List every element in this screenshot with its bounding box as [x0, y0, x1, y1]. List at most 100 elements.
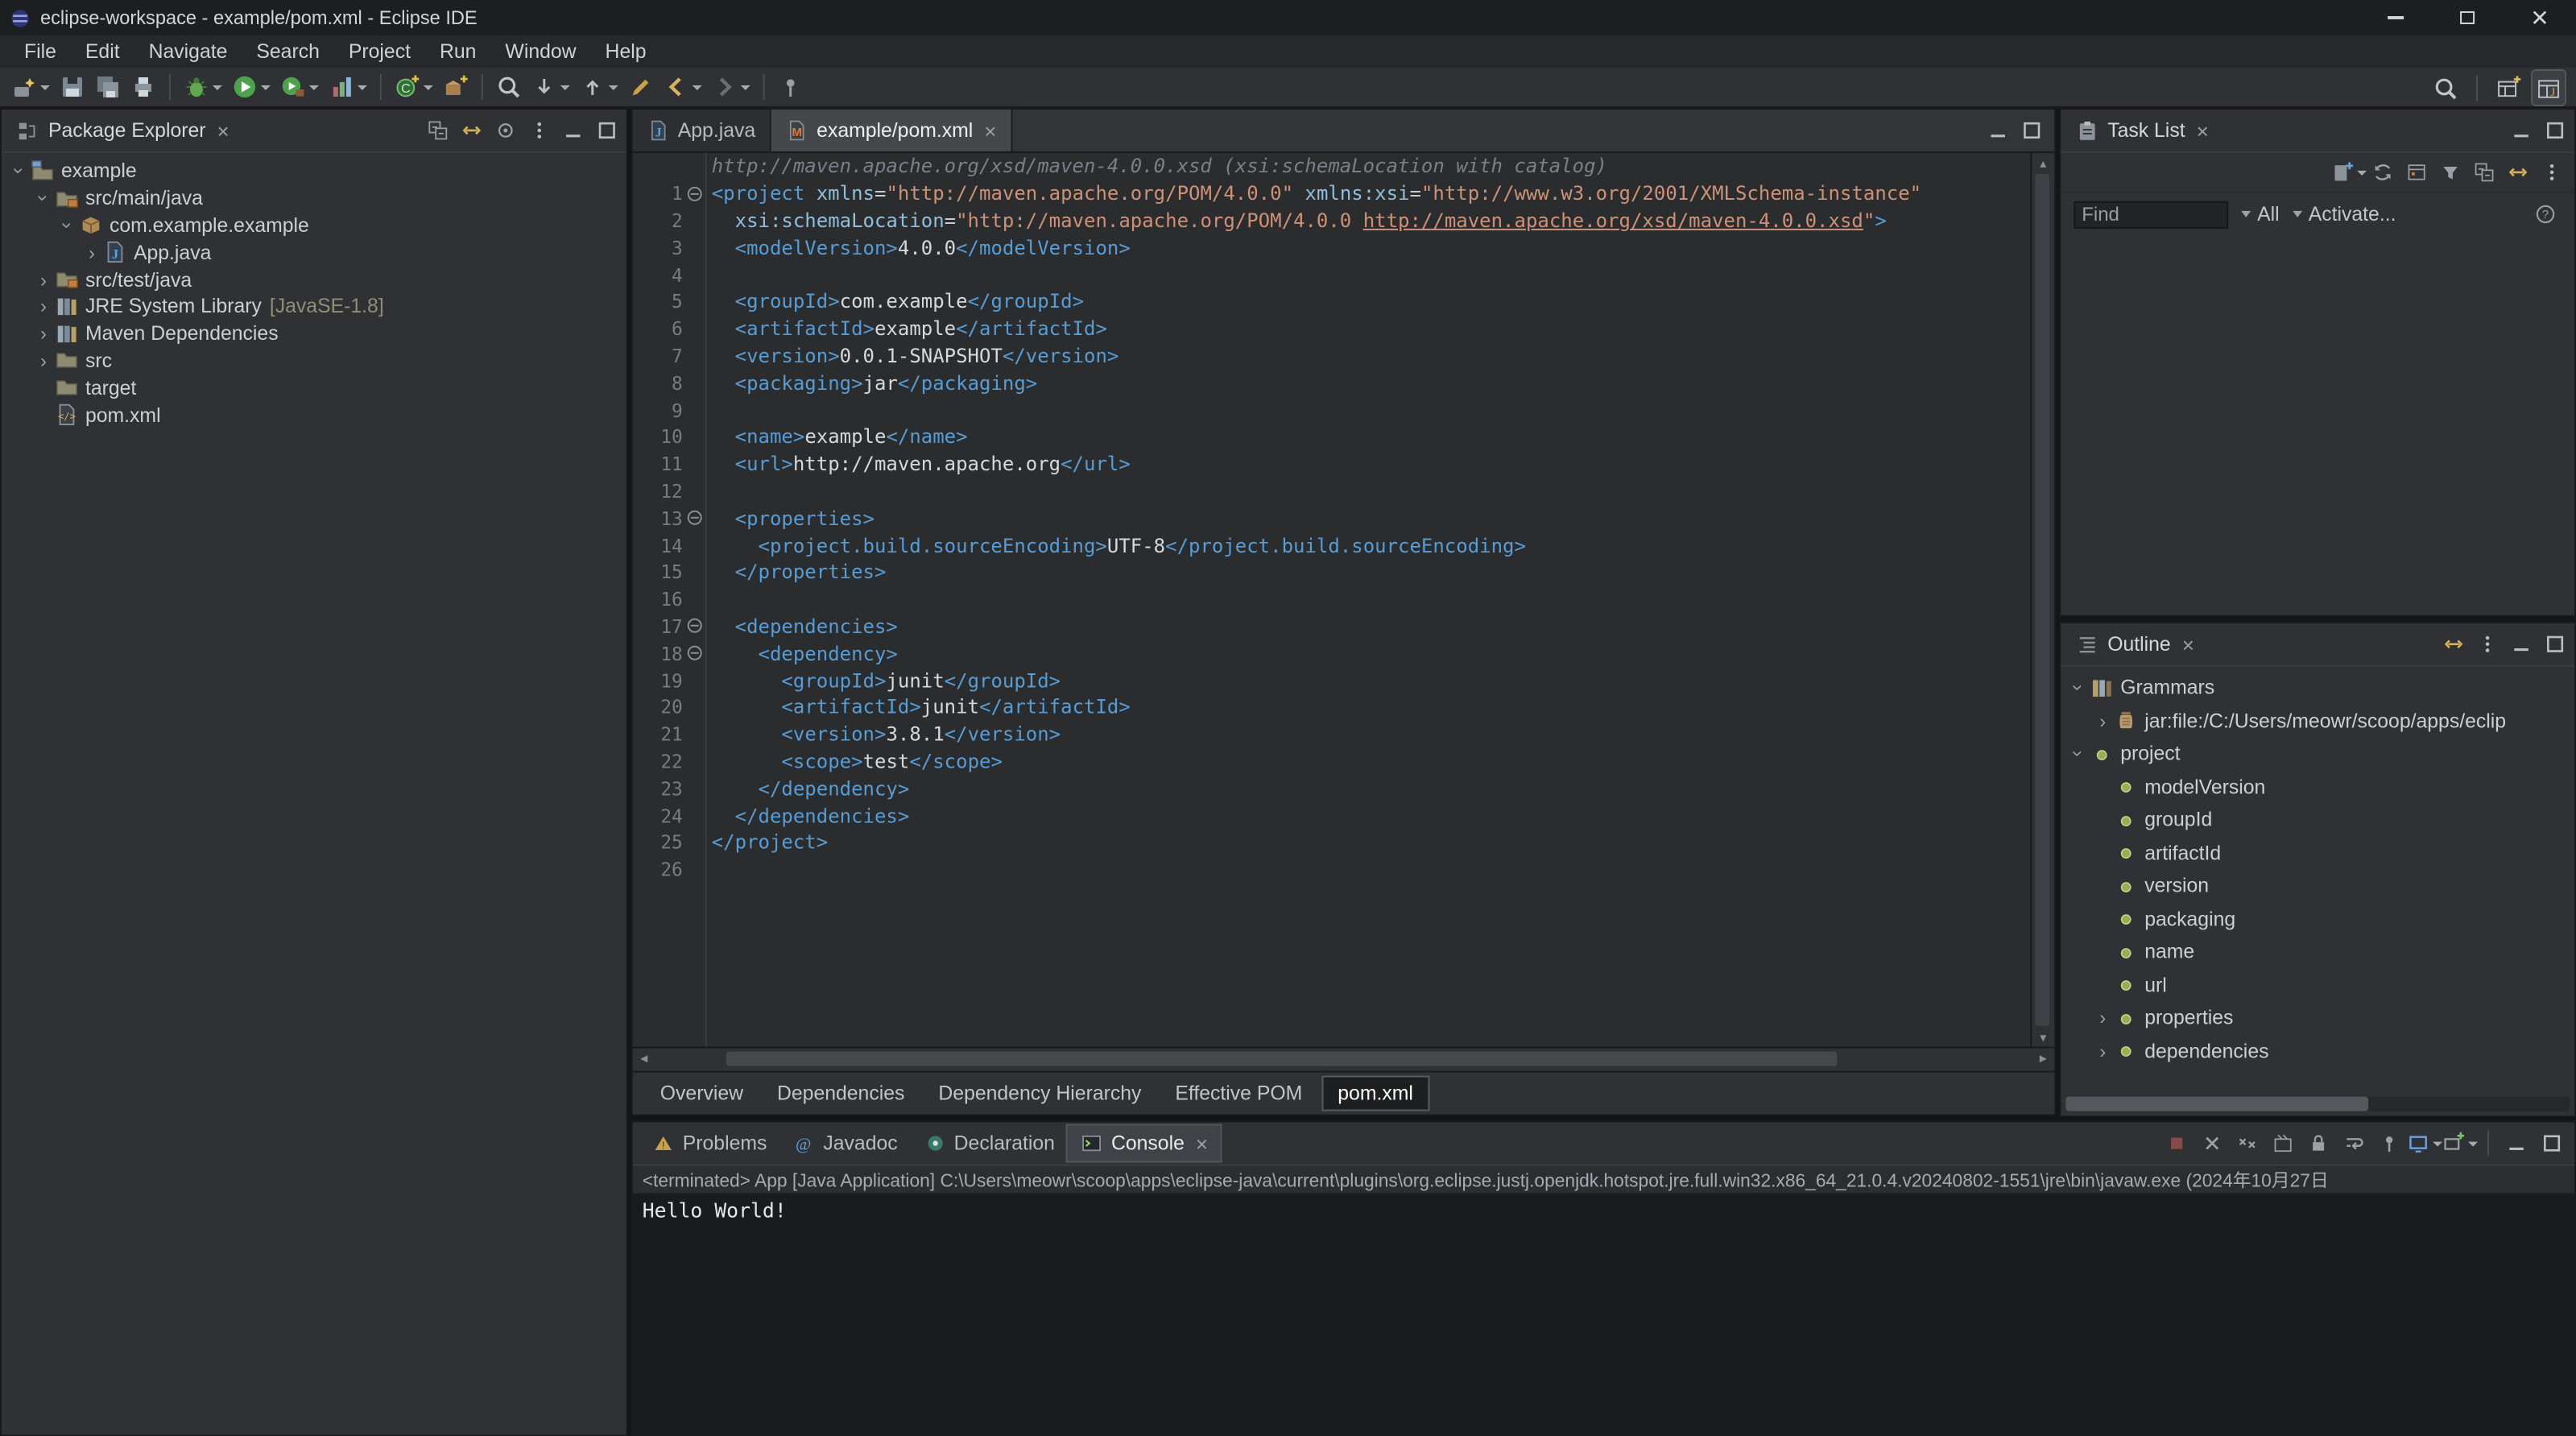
close-view-button[interactable]: ×	[217, 118, 229, 143]
code-line[interactable]: 17 <dependencies>	[633, 613, 2032, 640]
maximize-view-button[interactable]	[2536, 1128, 2568, 1160]
package-explorer-item[interactable]: </> pom.xml	[2, 401, 626, 428]
view-tab-console[interactable]: Console ×	[1065, 1124, 1223, 1163]
vertical-scroll-thumb[interactable]	[2035, 173, 2050, 1026]
code-line[interactable]: 23 </dependency>	[633, 775, 2032, 802]
chevron-right-icon[interactable]: ›	[2091, 710, 2114, 732]
link-with-editor-button[interactable]	[2437, 628, 2470, 660]
save-button[interactable]	[56, 70, 89, 104]
minimize-view-button[interactable]	[557, 114, 589, 147]
view-tab-javadoc[interactable]: @ Javadoc	[779, 1126, 910, 1161]
maximize-button[interactable]	[2431, 0, 2504, 35]
menu-help[interactable]: Help	[591, 37, 661, 66]
code-line[interactable]: 8 <packaging>jar</packaging>	[633, 370, 2032, 397]
code-line[interactable]: 24 </dependencies>	[633, 802, 2032, 830]
collapse-fold-icon[interactable]	[687, 511, 702, 526]
synchronize-button[interactable]	[2367, 156, 2399, 188]
show-scheduled-button[interactable]	[2400, 156, 2433, 188]
close-view-button[interactable]: ×	[2197, 118, 2209, 143]
outline-item[interactable]: url	[2061, 969, 2574, 1002]
chevron-down-icon[interactable]: ›	[56, 214, 79, 237]
view-menu-button[interactable]	[2536, 156, 2568, 188]
scroll-down-arrow[interactable]: ▾	[2032, 1028, 2054, 1047]
outline-item[interactable]: version	[2061, 870, 2574, 903]
package-explorer-item[interactable]: › src	[2, 347, 626, 375]
view-menu-button[interactable]	[2471, 628, 2504, 660]
help-button[interactable]: ?	[2529, 198, 2562, 230]
outline-horizontal-scrollbar[interactable]	[2065, 1096, 2570, 1111]
collapse-fold-icon[interactable]	[687, 186, 702, 201]
outline-tab[interactable]: Outline ×	[2064, 623, 2206, 665]
code-line[interactable]: 22 <scope>test</scope>	[633, 748, 2032, 776]
code-line[interactable]: 19 <groupId>junit</groupId>	[633, 667, 2032, 694]
code-line[interactable]: 26	[633, 856, 2032, 884]
new-java-class-button[interactable]: C	[391, 70, 436, 104]
outline-item[interactable]: › dependencies	[2061, 1035, 2574, 1068]
view-menu-button[interactable]	[523, 114, 556, 147]
collapse-fold-icon[interactable]	[687, 619, 702, 634]
outline-item[interactable]: › properties	[2061, 1002, 2574, 1035]
page-tab-dependencies[interactable]: Dependencies	[763, 1078, 919, 1110]
outline-scroll-thumb[interactable]	[2065, 1096, 2368, 1111]
menu-edit[interactable]: Edit	[71, 37, 134, 66]
word-wrap-button[interactable]	[2338, 1128, 2370, 1160]
last-edit-location-button[interactable]	[625, 70, 657, 104]
focus-button[interactable]	[490, 114, 522, 147]
tasklist-outline-sash[interactable]	[2059, 616, 2576, 622]
debug-button[interactable]	[180, 70, 225, 104]
package-explorer-item[interactable]: › src/test/java	[2, 266, 626, 293]
outline-item[interactable]: › Grammars	[2061, 672, 2574, 705]
new-task-button[interactable]	[2333, 156, 2367, 188]
link-with-editor-button[interactable]	[2502, 156, 2534, 188]
page-tab-dependency-hierarchy[interactable]: Dependency Hierarchy	[924, 1078, 1156, 1110]
maximize-view-button[interactable]	[2539, 114, 2571, 147]
menu-project[interactable]: Project	[334, 37, 425, 66]
pin-editor-button[interactable]	[775, 70, 807, 104]
open-search-dialog-button[interactable]	[493, 70, 525, 104]
activate-dropdown[interactable]: Activate...	[2292, 203, 2396, 226]
outline-item[interactable]: modelVersion	[2061, 771, 2574, 804]
print-button[interactable]	[127, 70, 159, 104]
chevron-right-icon[interactable]: ›	[32, 296, 55, 318]
code-line[interactable]: 12	[633, 478, 2032, 505]
filter-tasks-button[interactable]	[2434, 156, 2466, 188]
editor-tab-example-pom-xml[interactable]: Mexample/pom.xml ×	[771, 109, 1013, 151]
menu-navigate[interactable]: Navigate	[134, 37, 242, 66]
run-external-tools-button[interactable]	[277, 70, 322, 104]
code-line[interactable]: 21 <version>3.8.1</version>	[633, 721, 2032, 748]
code-line[interactable]: 11 <url>http://maven.apache.org</url>	[633, 450, 2032, 478]
outline-item[interactable]: name	[2061, 936, 2574, 969]
editor-tab-app-java[interactable]: J App.java	[632, 109, 772, 151]
java-perspective-button[interactable]: J	[2531, 68, 2567, 106]
open-perspective-button[interactable]	[2492, 71, 2524, 105]
scroll-left-arrow[interactable]: ◂	[633, 1049, 655, 1070]
chevron-right-icon[interactable]: ›	[2091, 1007, 2114, 1029]
close-tab-button[interactable]: ×	[1196, 1132, 1208, 1156]
package-explorer-item[interactable]: › src/main/java	[2, 185, 626, 213]
back-button[interactable]	[660, 70, 705, 104]
chevron-right-icon[interactable]: ›	[2091, 1040, 2114, 1062]
remove-launch-button[interactable]	[2196, 1128, 2228, 1160]
chevron-down-icon[interactable]: ›	[8, 160, 31, 183]
package-explorer-item[interactable]: › J App.java	[2, 239, 626, 267]
code-line[interactable]: 3 <modelVersion>4.0.0</modelVersion>	[633, 234, 2032, 262]
code-line[interactable]: 20 <artifactId>junit</artifactId>	[633, 694, 2032, 722]
outline-item[interactable]: artifactId	[2061, 837, 2574, 870]
outline-item[interactable]: › project	[2061, 738, 2574, 771]
save-all-button[interactable]	[92, 70, 124, 104]
chevron-down-icon[interactable]: ›	[2067, 677, 2090, 699]
remove-all-terminated-button[interactable]	[2231, 1128, 2264, 1160]
collapse-fold-icon[interactable]	[687, 646, 702, 661]
display-selected-console-button[interactable]	[2409, 1128, 2443, 1160]
chevron-down-icon[interactable]: ›	[2067, 743, 2090, 765]
code-line[interactable]: 13 <properties>	[633, 505, 2032, 532]
collapse-all-button[interactable]	[2468, 156, 2500, 188]
outline-item[interactable]: packaging	[2061, 903, 2574, 936]
outline-item[interactable]: › jar:file:/C:/Users/meowr/scoop/apps/ecl…	[2061, 705, 2574, 738]
coverage-button[interactable]	[325, 70, 370, 104]
maximize-view-button[interactable]	[2016, 114, 2048, 147]
code-line[interactable]: 4	[633, 261, 2032, 288]
code-line[interactable]: 1 <project xmlns="http://maven.apache.org…	[633, 180, 2032, 208]
scroll-up-arrow[interactable]: ▴	[2032, 153, 2054, 172]
minimize-view-button[interactable]	[2505, 628, 2537, 660]
